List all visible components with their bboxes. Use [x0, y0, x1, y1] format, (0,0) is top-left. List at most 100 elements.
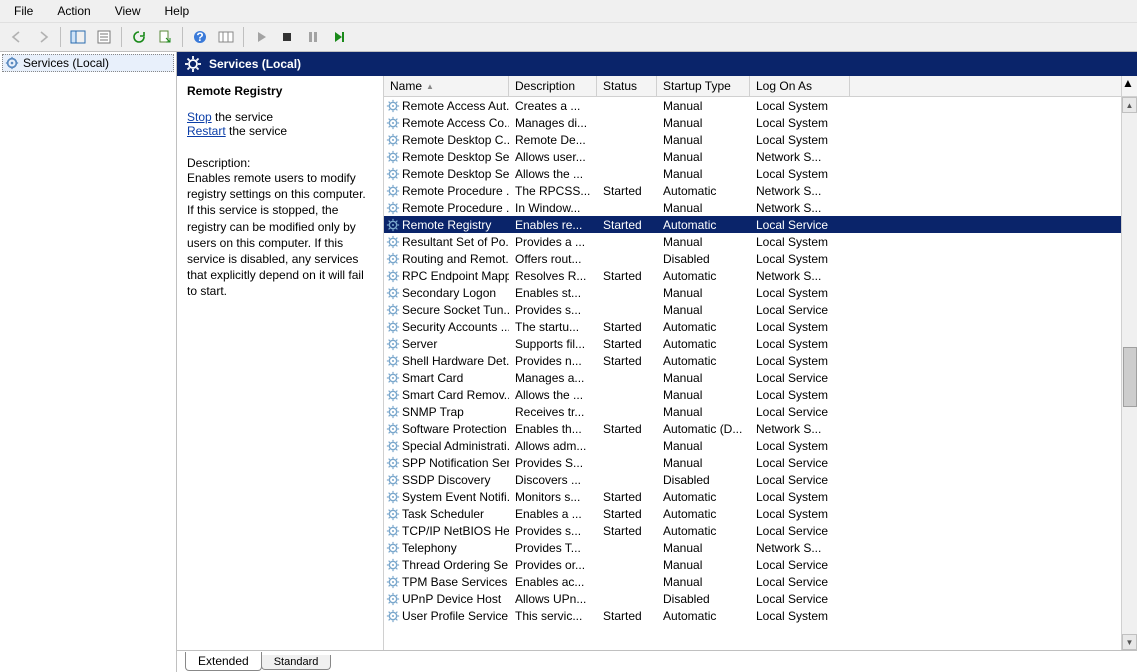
rows-viewport[interactable]: Remote Access Aut...Creates a ...ManualL… — [384, 97, 1137, 650]
export-list-button[interactable] — [154, 26, 176, 48]
stop-service-button[interactable] — [276, 26, 298, 48]
cell-logon: Local Service — [750, 558, 850, 572]
service-row[interactable]: Remote Procedure ...The RPCSS...StartedA… — [384, 182, 1137, 199]
service-row[interactable]: Remote Access Aut...Creates a ...ManualL… — [384, 97, 1137, 114]
service-row[interactable]: UPnP Device HostAllows UPn...DisabledLoc… — [384, 590, 1137, 607]
cell-logon: Local System — [750, 354, 850, 368]
service-row[interactable]: TPM Base ServicesEnables ac...ManualLoca… — [384, 573, 1137, 590]
cell-name: Secondary Logon — [384, 286, 509, 300]
cell-logon: Local Service — [750, 575, 850, 589]
scroll-thumb[interactable] — [1123, 347, 1137, 407]
service-row[interactable]: Task SchedulerEnables a ...StartedAutoma… — [384, 505, 1137, 522]
service-row[interactable]: TCP/IP NetBIOS He...Provides s...Started… — [384, 522, 1137, 539]
cell-status: Started — [597, 320, 657, 334]
cell-status: Started — [597, 218, 657, 232]
service-row[interactable]: Secure Socket Tun...Provides s...ManualL… — [384, 301, 1137, 318]
show-hide-tree-button[interactable] — [67, 26, 89, 48]
cell-startup: Manual — [657, 167, 750, 181]
cell-logon: Local Service — [750, 405, 850, 419]
service-row[interactable]: Remote Procedure ...In Window...ManualNe… — [384, 199, 1137, 216]
back-button[interactable] — [6, 26, 28, 48]
cell-description: This servic... — [509, 609, 597, 623]
service-row[interactable]: User Profile ServiceThis servic...Starte… — [384, 607, 1137, 624]
pause-service-button[interactable] — [302, 26, 324, 48]
cell-startup: Manual — [657, 371, 750, 385]
cell-name: Telephony — [384, 541, 509, 555]
col-header-name[interactable]: Name — [384, 76, 509, 97]
stop-suffix: the service — [212, 110, 273, 124]
cell-startup: Manual — [657, 133, 750, 147]
service-row[interactable]: RPC Endpoint MapperResolves R...StartedA… — [384, 267, 1137, 284]
service-row[interactable]: Shell Hardware Det...Provides n...Starte… — [384, 352, 1137, 369]
start-service-button[interactable] — [250, 26, 272, 48]
cell-startup: Manual — [657, 388, 750, 402]
service-row[interactable]: Software ProtectionEnables th...StartedA… — [384, 420, 1137, 437]
cell-description: Enables re... — [509, 218, 597, 232]
stop-link[interactable]: Stop — [187, 110, 212, 124]
scroll-down-button[interactable]: ▼ — [1122, 634, 1137, 650]
cell-description: Provides n... — [509, 354, 597, 368]
cell-logon: Local System — [750, 133, 850, 147]
service-row[interactable]: Remote Desktop C...Remote De...ManualLoc… — [384, 131, 1137, 148]
col-header-status[interactable]: Status — [597, 76, 657, 97]
service-row[interactable]: Routing and Remot...Offers rout...Disabl… — [384, 250, 1137, 267]
service-row[interactable]: Thread Ordering Se...Provides or...Manua… — [384, 556, 1137, 573]
service-row[interactable]: System Event Notifi...Monitors s...Start… — [384, 488, 1137, 505]
tab-extended[interactable]: Extended — [185, 652, 262, 671]
cell-logon: Network S... — [750, 422, 850, 436]
refresh-button[interactable] — [128, 26, 150, 48]
menu-view[interactable]: View — [105, 2, 151, 20]
cell-startup: Automatic — [657, 320, 750, 334]
restart-service-button[interactable] — [328, 26, 350, 48]
cell-description: Allows the ... — [509, 388, 597, 402]
col-header-log-on-as[interactable]: Log On As — [750, 76, 850, 97]
cell-name: Remote Procedure ... — [384, 184, 509, 198]
service-row[interactable]: ServerSupports fil...StartedAutomaticLoc… — [384, 335, 1137, 352]
restart-link[interactable]: Restart — [187, 124, 226, 138]
service-row[interactable]: SPP Notification Ser...Provides S...Manu… — [384, 454, 1137, 471]
cell-description: Enables a ... — [509, 507, 597, 521]
columns-button[interactable] — [215, 26, 237, 48]
menu-help[interactable]: Help — [155, 2, 200, 20]
cell-logon: Local Service — [750, 592, 850, 606]
service-row[interactable]: Secondary LogonEnables st...ManualLocal … — [384, 284, 1137, 301]
service-row[interactable]: Remote Desktop Se...Allows user...Manual… — [384, 148, 1137, 165]
cell-startup: Manual — [657, 201, 750, 215]
tree-pane: Services (Local) — [0, 52, 177, 672]
cell-logon: Network S... — [750, 541, 850, 555]
cell-name: SPP Notification Ser... — [384, 456, 509, 470]
service-row[interactable]: TelephonyProvides T...ManualNetwork S... — [384, 539, 1137, 556]
service-row[interactable]: SNMP TrapReceives tr...ManualLocal Servi… — [384, 403, 1137, 420]
service-row[interactable]: Remote RegistryEnables re...StartedAutom… — [384, 216, 1137, 233]
service-row[interactable]: SSDP DiscoveryDiscovers ...DisabledLocal… — [384, 471, 1137, 488]
service-row[interactable]: Special Administrati...Allows adm...Manu… — [384, 437, 1137, 454]
scroll-up-button[interactable]: ▲ — [1122, 97, 1137, 113]
description-text: Enables remote users to modify registry … — [187, 170, 373, 300]
service-list: Name Description Status Startup Type Log… — [383, 76, 1137, 650]
menu-action[interactable]: Action — [47, 2, 100, 20]
cell-startup: Automatic — [657, 524, 750, 538]
pane-title: Services (Local) — [209, 57, 301, 71]
cell-status: Started — [597, 269, 657, 283]
cell-description: Provides s... — [509, 303, 597, 317]
menu-file[interactable]: File — [4, 2, 43, 20]
service-row[interactable]: Smart Card Remov...Allows the ...ManualL… — [384, 386, 1137, 403]
cell-logon: Local Service — [750, 473, 850, 487]
cell-name: Resultant Set of Po... — [384, 235, 509, 249]
forward-button[interactable] — [32, 26, 54, 48]
service-row[interactable]: Remote Desktop Se...Allows the ...Manual… — [384, 165, 1137, 182]
service-row[interactable]: Security Accounts ...The startu...Starte… — [384, 318, 1137, 335]
vertical-scrollbar[interactable]: ▲ ▼ — [1121, 97, 1137, 650]
service-row[interactable]: Resultant Set of Po...Provides a ...Manu… — [384, 233, 1137, 250]
toolbar-separator — [121, 27, 122, 47]
selected-service-name: Remote Registry — [187, 84, 373, 98]
service-row[interactable]: Remote Access Co...Manages di...ManualLo… — [384, 114, 1137, 131]
cell-startup: Manual — [657, 439, 750, 453]
tab-standard[interactable]: Standard — [261, 655, 332, 670]
col-header-startup-type[interactable]: Startup Type — [657, 76, 750, 97]
help-button[interactable]: ? — [189, 26, 211, 48]
service-row[interactable]: Smart CardManages a...ManualLocal Servic… — [384, 369, 1137, 386]
col-header-description[interactable]: Description — [509, 76, 597, 97]
properties-button[interactable] — [93, 26, 115, 48]
tree-item-services-local[interactable]: Services (Local) — [2, 54, 174, 72]
